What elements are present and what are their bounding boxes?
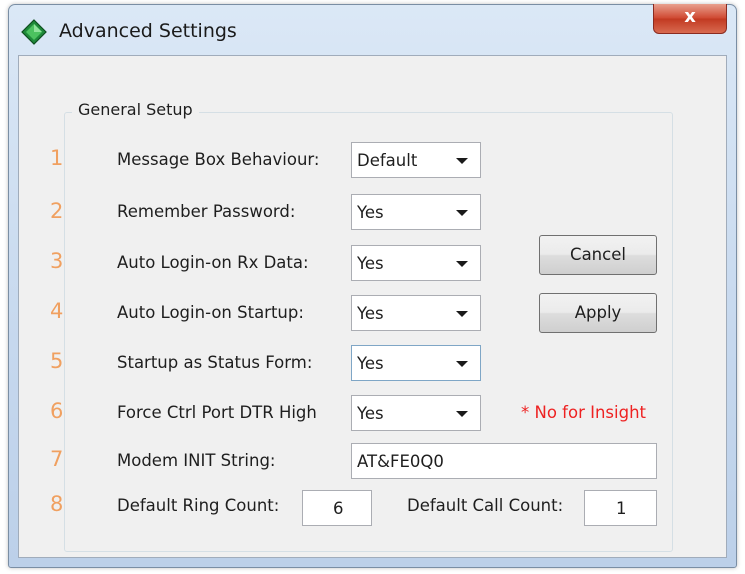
select-value: Yes <box>357 354 384 373</box>
remember-password-label: Remember Password: <box>117 202 296 221</box>
row-number: 7 <box>50 447 64 471</box>
row-number: 1 <box>50 146 64 170</box>
insight-note: * No for Insight <box>521 403 647 422</box>
select-value: Yes <box>357 404 384 423</box>
select-value: Yes <box>357 203 384 222</box>
dialog-body: General Setup 1 Message Box Behaviour: D… <box>18 55 727 558</box>
message-box-behaviour-label: Message Box Behaviour: <box>117 150 320 169</box>
chevron-down-icon[interactable] <box>456 411 468 417</box>
apply-button[interactable]: Apply <box>539 293 657 333</box>
chevron-down-icon[interactable] <box>456 210 468 216</box>
window-title: Advanced Settings <box>59 20 237 42</box>
default-call-count-label: Default Call Count: <box>407 496 564 515</box>
row-number: 5 <box>50 349 64 373</box>
chevron-down-icon[interactable] <box>456 261 468 267</box>
row-number: 6 <box>50 399 64 423</box>
select-value: Default <box>357 151 418 170</box>
modem-init-label: Modem INIT String: <box>117 451 276 470</box>
force-dtr-high-label: Force Ctrl Port DTR High <box>117 403 317 422</box>
auto-login-startup-select[interactable]: Yes <box>351 295 481 331</box>
modem-init-input[interactable]: AT&FE0Q0 <box>351 443 657 479</box>
row-number: 2 <box>50 199 64 223</box>
auto-login-rx-label: Auto Login-on Rx Data: <box>117 253 309 272</box>
row-number: 4 <box>50 299 64 323</box>
default-ring-count-label: Default Ring Count: <box>117 496 280 515</box>
cancel-button[interactable]: Cancel <box>539 235 657 275</box>
chevron-down-icon[interactable] <box>456 311 468 317</box>
remember-password-select[interactable]: Yes <box>351 194 481 230</box>
input-value: 1 <box>616 499 627 518</box>
select-value: Yes <box>357 304 384 323</box>
advanced-settings-window: Advanced Settings x General Setup 1 Mess… <box>8 4 737 568</box>
startup-status-form-select[interactable]: Yes <box>351 345 481 381</box>
close-button[interactable]: x <box>653 4 727 34</box>
select-value: Yes <box>357 254 384 273</box>
force-dtr-high-select[interactable]: Yes <box>351 395 481 431</box>
auto-login-rx-select[interactable]: Yes <box>351 245 481 281</box>
startup-status-form-label: Startup as Status Form: <box>117 353 313 372</box>
title-bar[interactable]: Advanced Settings x <box>9 4 736 57</box>
close-icon: x <box>684 6 696 27</box>
green-diamond-icon <box>21 19 47 45</box>
chevron-down-icon[interactable] <box>456 361 468 367</box>
ring-count-input[interactable]: 6 <box>302 490 372 526</box>
message-box-behaviour-select[interactable]: Default <box>351 142 481 178</box>
input-value: AT&FE0Q0 <box>357 452 444 471</box>
chevron-down-icon[interactable] <box>456 158 468 164</box>
group-title: General Setup <box>72 100 199 119</box>
row-number: 3 <box>50 249 64 273</box>
call-count-input[interactable]: 1 <box>584 490 657 526</box>
row-number: 8 <box>50 492 64 516</box>
auto-login-startup-label: Auto Login-on Startup: <box>117 303 304 322</box>
input-value: 6 <box>333 499 344 518</box>
